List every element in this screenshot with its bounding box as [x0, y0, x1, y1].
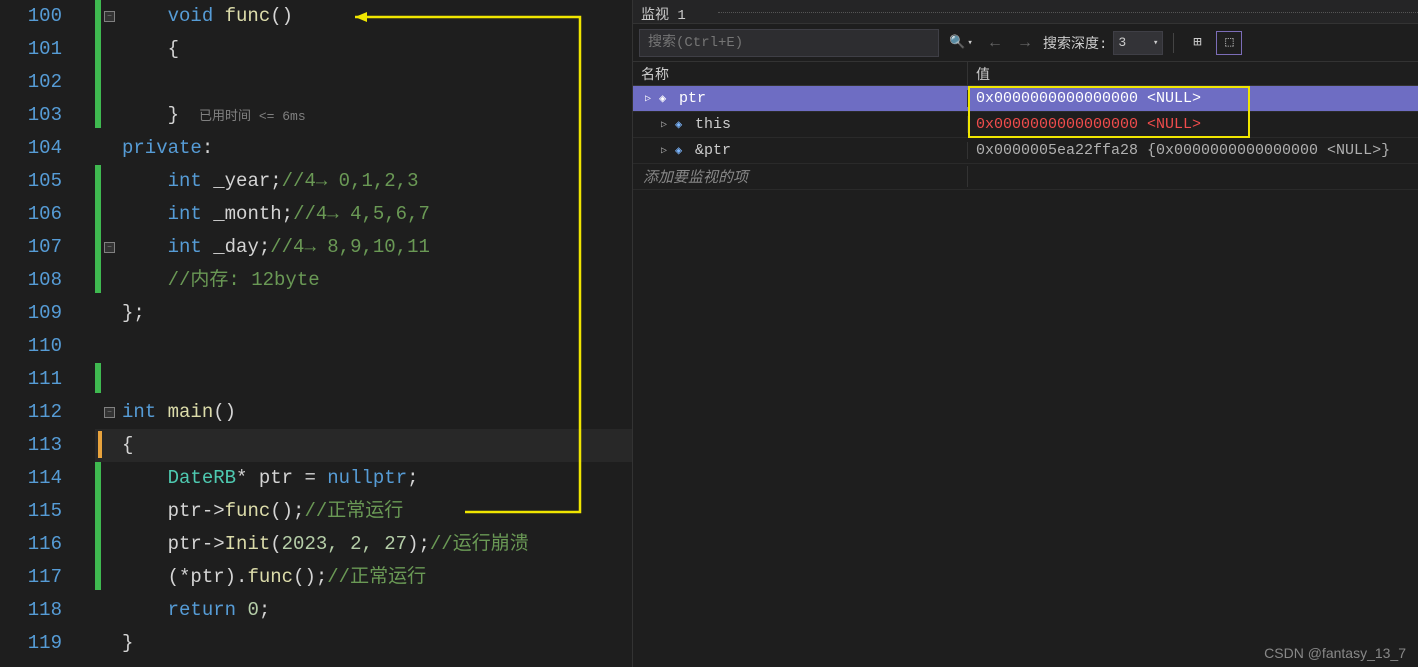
execution-cursor [98, 431, 102, 458]
add-item-label: 添加要监视的项 [633, 166, 968, 187]
line-number: 109 [0, 297, 70, 330]
line-number: 119 [0, 627, 70, 660]
fold-toggle[interactable]: − [104, 11, 115, 22]
change-indicator [95, 363, 101, 393]
prev-arrow-icon[interactable]: ← [983, 31, 1007, 55]
expand-icon[interactable]: ▷ [657, 118, 671, 132]
line-number: 103 [0, 99, 70, 132]
column-value[interactable]: 值 [968, 62, 1418, 85]
line-number: 105 [0, 165, 70, 198]
change-indicator [95, 462, 101, 590]
line-number: 115 [0, 495, 70, 528]
line-number: 114 [0, 462, 70, 495]
variable-icon: ◈ [659, 91, 675, 107]
fold-toggle[interactable]: − [104, 242, 115, 253]
var-name: ptr [679, 90, 706, 107]
code-line: int _day;//4→ 8,9,10,11 [122, 231, 430, 264]
code-line: int _year;//4→ 0,1,2,3 [122, 165, 418, 198]
watch-panel: 监视 1 🔍▾ ← → 搜索深度: 3▾ ⊞ ⬚ 名称 值 ▷ ◈ ptr 0x… [632, 0, 1418, 667]
search-input[interactable] [639, 29, 939, 57]
line-number: 100 [0, 0, 70, 33]
depth-select[interactable]: 3▾ [1113, 31, 1163, 55]
code-line: int _month;//4→ 4,5,6,7 [122, 198, 430, 231]
var-name: this [695, 116, 731, 133]
expand-icon[interactable]: ▷ [641, 92, 655, 106]
line-number: 118 [0, 594, 70, 627]
var-value: 0x0000000000000000 <NULL> [968, 116, 1418, 133]
watch-title[interactable]: 监视 1 [633, 0, 1418, 24]
code-line: DateRB* ptr = nullptr; [122, 462, 419, 495]
watch-row[interactable]: ▷ ◈ this 0x0000000000000000 <NULL> [633, 112, 1418, 138]
change-indicator [95, 165, 101, 293]
code-line: } [122, 627, 133, 660]
watermark: CSDN @fantasy_13_7 [1264, 645, 1406, 661]
line-number: 104 [0, 132, 70, 165]
code-line: }; [122, 297, 145, 330]
add-watch-row[interactable]: 添加要监视的项 [633, 164, 1418, 190]
var-value: 0x0000005ea22ffa28 {0x0000000000000000 <… [968, 142, 1418, 159]
depth-label: 搜索深度: [1043, 33, 1107, 53]
code-line: //内存: 12byte [122, 264, 320, 297]
expand-icon[interactable]: ▷ [657, 144, 671, 158]
var-value: 0x0000000000000000 <NULL> [968, 90, 1418, 107]
line-number: 108 [0, 264, 70, 297]
code-line: { [122, 429, 133, 462]
code-area[interactable]: void func() { }已用时间 <= 6ms private: int … [122, 0, 632, 667]
line-number: 112 [0, 396, 70, 429]
watch-rows: ▷ ◈ ptr 0x0000000000000000 <NULL> ▷ ◈ th… [633, 86, 1418, 667]
line-number: 106 [0, 198, 70, 231]
search-dropdown[interactable]: 🔍▾ [945, 30, 977, 56]
line-number: 107 [0, 231, 70, 264]
code-line: { [122, 33, 179, 66]
line-number: 102 [0, 66, 70, 99]
code-line: ptr->Init(2023, 2, 27);//运行崩溃 [122, 528, 529, 561]
gutter: 100 101 102 103 104 105 106 107 108 109 … [0, 0, 95, 667]
code-line: }已用时间 <= 6ms [122, 99, 306, 132]
columns-icon[interactable]: ⊞ [1184, 31, 1210, 55]
watch-row[interactable]: ▷ ◈ ptr 0x0000000000000000 <NULL> [633, 86, 1418, 112]
code-line: void func() [122, 0, 293, 33]
code-line: int main() [122, 396, 236, 429]
variable-icon: ◈ [675, 117, 691, 133]
code-line: return 0; [122, 594, 270, 627]
line-number: 113 [0, 429, 70, 462]
hex-display-icon[interactable]: ⬚ [1216, 31, 1242, 55]
watch-toolbar: 🔍▾ ← → 搜索深度: 3▾ ⊞ ⬚ [633, 24, 1418, 62]
editor-pane: 100 101 102 103 104 105 106 107 108 109 … [0, 0, 632, 667]
change-indicator [95, 0, 101, 128]
watch-row[interactable]: ▷ ◈ &ptr 0x0000005ea22ffa28 {0x000000000… [633, 138, 1418, 164]
variable-icon: ◈ [675, 143, 691, 159]
line-number: 116 [0, 528, 70, 561]
line-number: 110 [0, 330, 70, 363]
code-line: private: [122, 132, 213, 165]
next-arrow-icon[interactable]: → [1013, 31, 1037, 55]
line-number: 101 [0, 33, 70, 66]
code-line: ptr->func();//正常运行 [122, 495, 403, 528]
line-number: 117 [0, 561, 70, 594]
line-number: 111 [0, 363, 70, 396]
perf-hint: 已用时间 <= 6ms [179, 109, 306, 124]
code-line: (*ptr).func();//正常运行 [122, 561, 426, 594]
separator [1173, 33, 1174, 53]
column-name[interactable]: 名称 [633, 62, 968, 85]
fold-toggle[interactable]: − [104, 407, 115, 418]
var-name: &ptr [695, 142, 731, 159]
watch-table-header: 名称 值 [633, 62, 1418, 86]
